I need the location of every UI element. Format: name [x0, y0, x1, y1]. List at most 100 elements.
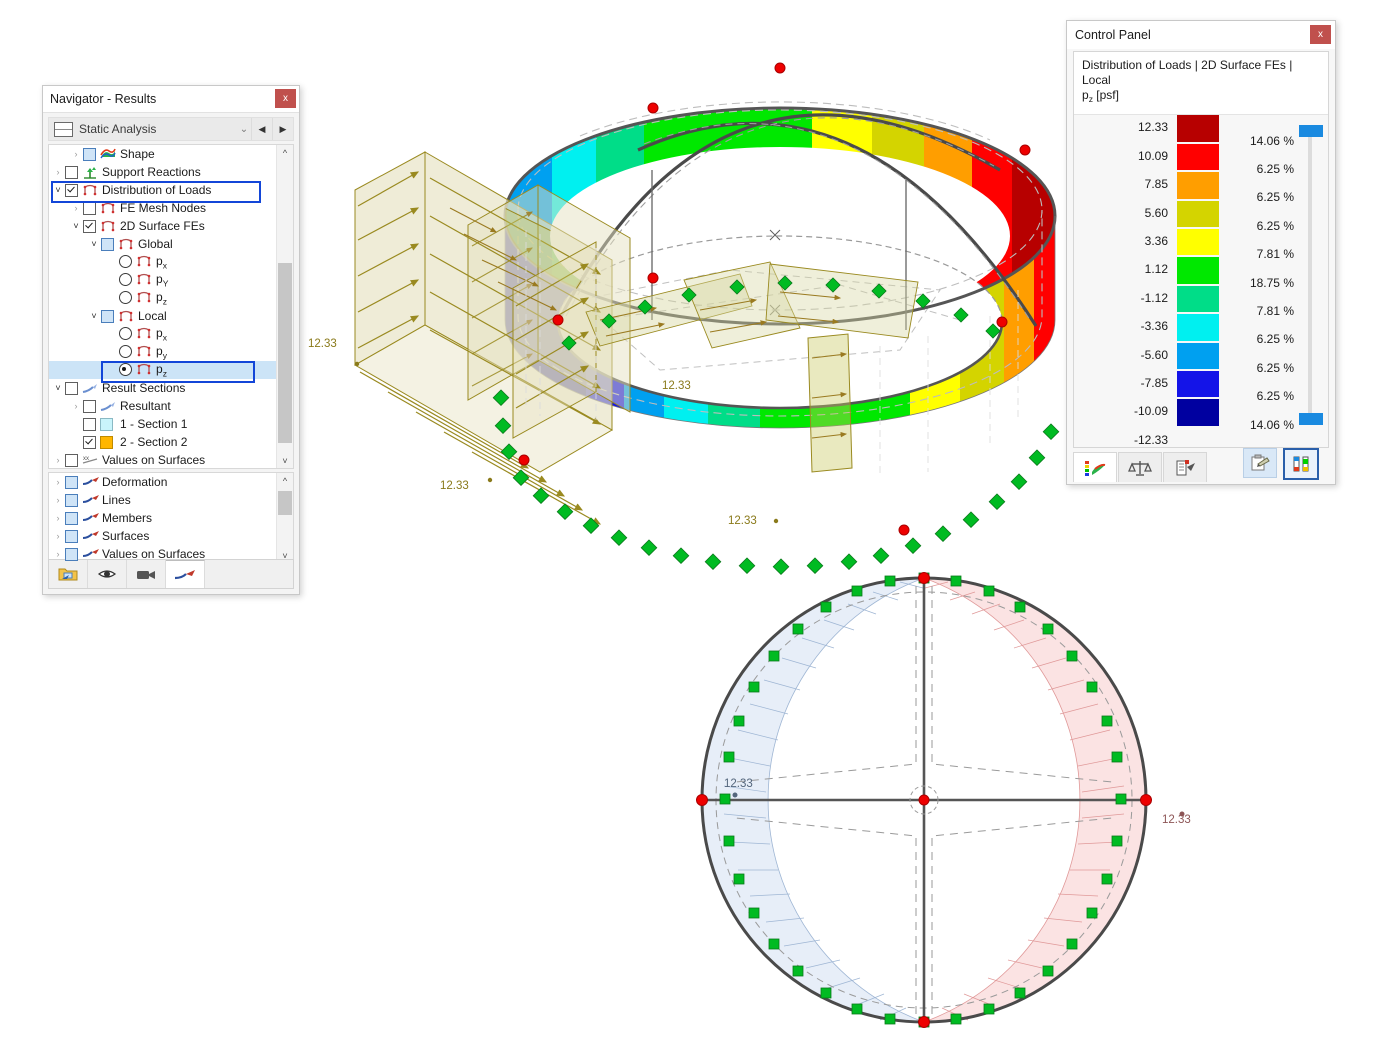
- navigator.tree-2d-surface-fes-collapse-toggle[interactable]: ˅: [69, 221, 83, 231]
- navigator.tree-resultant-expand-toggle[interactable]: ›: [69, 401, 83, 411]
- legend-settings-button[interactable]: [1283, 448, 1319, 480]
- navigator-close-button[interactable]: x: [275, 89, 296, 108]
- legend-band-6[interactable]: [1177, 285, 1219, 313]
- navigator.tree-global-collapse-toggle[interactable]: ˅: [87, 239, 101, 249]
- tree-item-px[interactable]: px: [49, 253, 293, 271]
- navigator.tree-distribution-of-loads-checkbox[interactable]: [65, 183, 78, 197]
- legend-band-1[interactable]: [1177, 143, 1219, 171]
- tree-item-result-sections[interactable]: ˅ Result Sections: [49, 379, 293, 397]
- tree-item-local[interactable]: ˅ Local: [49, 307, 293, 325]
- model-3d-view[interactable]: 12.33 12.33 12.33 12.33: [300, 20, 1080, 600]
- tab-factors[interactable]: [1118, 452, 1162, 482]
- legend-color-bars[interactable]: [1177, 115, 1219, 427]
- control-panel-window[interactable]: Control Panel x Distribution of Loads | …: [1066, 20, 1336, 485]
- tree-item-distribution-of-loads[interactable]: ˅ Distribution of Loads: [49, 181, 293, 199]
- display-tree[interactable]: › Deformation › Lines › Members › Surfaces › Valu…: [48, 472, 294, 564]
- legend-band-0[interactable]: [1177, 115, 1219, 142]
- results-navigator-tab[interactable]: [166, 560, 205, 588]
- legend-range-slider[interactable]: [1299, 125, 1323, 426]
- navigator.tree-py-radio[interactable]: [119, 273, 132, 287]
- navigator.tree_secondary-members-checkbox[interactable]: [65, 511, 78, 525]
- navigator.tree-local-collapse-toggle[interactable]: ˅: [87, 311, 101, 321]
- navigator.tree_secondary-lines-checkbox[interactable]: [65, 493, 78, 507]
- tree-item-fe-mesh-nodes[interactable]: › FE Mesh Nodes: [49, 199, 293, 217]
- model-plan-view[interactable]: 12.33 12.33: [660, 550, 1220, 1050]
- next-case-button[interactable]: ▶: [272, 118, 293, 140]
- legend-slider-handle-min[interactable]: [1299, 413, 1323, 426]
- prev-case-button[interactable]: ◀: [251, 118, 272, 140]
- legend-band-7[interactable]: [1177, 314, 1219, 341]
- navigator.tree_secondary-surfaces-checkbox[interactable]: [65, 529, 78, 543]
- tree-item-values-on-surfaces[interactable]: › xx Values on Surfaces: [49, 451, 293, 468]
- tree-item-1-section-1[interactable]: 1 - Section 1: [49, 415, 293, 433]
- tree-item-2-section-2[interactable]: 2 - Section 2: [49, 433, 293, 451]
- results-tree-scrollbar[interactable]: ^ ˅: [276, 145, 293, 468]
- analysis-type-selector[interactable]: Static Analysis ⌄ ◀ ▶: [48, 117, 294, 141]
- navigator-results-window[interactable]: Navigator - Results x Static Analysis ⌄ …: [42, 85, 300, 595]
- legend-slider-track[interactable]: [1308, 131, 1312, 420]
- navigator.tree-result-sections-checkbox[interactable]: [65, 381, 78, 395]
- display-tree-scrollbar[interactable]: ^ ˅: [276, 473, 293, 563]
- tree-item-pz[interactable]: pz: [49, 289, 293, 307]
- tab-color-scale[interactable]: [1073, 452, 1117, 482]
- legend-band-5[interactable]: [1177, 257, 1219, 284]
- navigator.tree-local-checkbox[interactable]: [101, 309, 114, 323]
- navigator.tree-result-sections-collapse-toggle[interactable]: ˅: [51, 383, 65, 393]
- navigator-tabbar[interactable]: [48, 559, 294, 589]
- navigator.tree-distribution-of-loads-collapse-toggle[interactable]: ˅: [51, 185, 65, 195]
- control-panel-close-button[interactable]: x: [1310, 25, 1331, 44]
- tab-display-filter[interactable]: [1163, 452, 1207, 482]
- scroll-down-icon[interactable]: ˅: [277, 453, 293, 468]
- legend-band-4[interactable]: [1177, 228, 1219, 256]
- edit-colors-button[interactable]: [1243, 448, 1277, 478]
- navigator.tree-2-section-2-checkbox[interactable]: [83, 435, 96, 449]
- navigator.tree_secondary-lines-expand-toggle[interactable]: ›: [51, 495, 65, 505]
- tree-item-lines[interactable]: › Lines: [49, 491, 293, 509]
- navigator.tree-shape-expand-toggle[interactable]: ›: [69, 149, 83, 159]
- views-navigator-tab[interactable]: [127, 560, 166, 588]
- navigator.tree_secondary-values-on-surfaces-expand-toggle[interactable]: ›: [51, 549, 65, 559]
- navigator.tree-1-section-1-checkbox[interactable]: [83, 417, 96, 431]
- tree-item-deformation[interactable]: › Deformation: [49, 473, 293, 491]
- navigator.tree-fe-mesh-nodes-expand-toggle[interactable]: ›: [69, 203, 83, 213]
- control-panel-tabs[interactable]: [1073, 452, 1208, 482]
- navigator.tree-support-reactions-checkbox[interactable]: [65, 165, 78, 179]
- tree-item-resultant[interactable]: › Resultant: [49, 397, 293, 415]
- navigator.tree_secondary-values-on-surfaces-checkbox[interactable]: [65, 547, 78, 561]
- navigator.tree_secondary-deformation-checkbox[interactable]: [65, 475, 78, 489]
- tree-item-pz[interactable]: pz: [49, 361, 293, 379]
- color-legend[interactable]: 12.33 10.09 7.85 5.60 3.36 1.12 -1.12 -3.36 -5.6…: [1074, 115, 1328, 447]
- navigator.tree-pz-radio[interactable]: [119, 363, 132, 377]
- navigator.tree_secondary-surfaces-expand-toggle[interactable]: ›: [51, 531, 65, 541]
- results-tree[interactable]: › Shape › Support Reactions ˅ Distribution of…: [48, 144, 294, 469]
- navigator.tree-support-reactions-expand-toggle[interactable]: ›: [51, 167, 65, 177]
- navigator.tree-global-checkbox[interactable]: [101, 237, 114, 251]
- display-navigator-tab[interactable]: [88, 560, 127, 588]
- legend-band-10[interactable]: [1177, 399, 1219, 426]
- navigator.tree_secondary-members-expand-toggle[interactable]: ›: [51, 513, 65, 523]
- legend-band-3[interactable]: [1177, 200, 1219, 227]
- navigator.tree-px-radio[interactable]: [119, 255, 132, 269]
- legend-slider-handle-max[interactable]: [1299, 125, 1323, 138]
- tree-item-py[interactable]: pY: [49, 271, 293, 289]
- navigator.tree-values-on-surfaces-checkbox[interactable]: [65, 453, 78, 467]
- project-navigator-tab[interactable]: [49, 560, 88, 588]
- legend-band-9[interactable]: [1177, 370, 1219, 398]
- navigator.tree-2d-surface-fes-checkbox[interactable]: [83, 219, 96, 233]
- tree-item-members[interactable]: › Members: [49, 509, 293, 527]
- navigator.tree-values-on-surfaces-expand-toggle[interactable]: ›: [51, 455, 65, 465]
- tree-item-px[interactable]: px: [49, 325, 293, 343]
- navigator.tree_secondary-deformation-expand-toggle[interactable]: ›: [51, 477, 65, 487]
- chevron-down-icon[interactable]: ⌄: [237, 124, 251, 135]
- navigator.tree-pz-radio[interactable]: [119, 291, 132, 305]
- scroll-up-icon-2[interactable]: ^: [277, 473, 293, 488]
- tree-item-shape[interactable]: › Shape: [49, 145, 293, 163]
- tree-item-surfaces[interactable]: › Surfaces: [49, 527, 293, 545]
- tree-item-py[interactable]: py: [49, 343, 293, 361]
- legend-band-8[interactable]: [1177, 342, 1219, 369]
- tree-item-global[interactable]: ˅ Global: [49, 235, 293, 253]
- navigator.tree-resultant-checkbox[interactable]: [83, 399, 96, 413]
- navigator.tree-py-radio[interactable]: [119, 345, 132, 359]
- legend-band-2[interactable]: [1177, 172, 1219, 199]
- navigator.tree-fe-mesh-nodes-checkbox[interactable]: [83, 201, 96, 215]
